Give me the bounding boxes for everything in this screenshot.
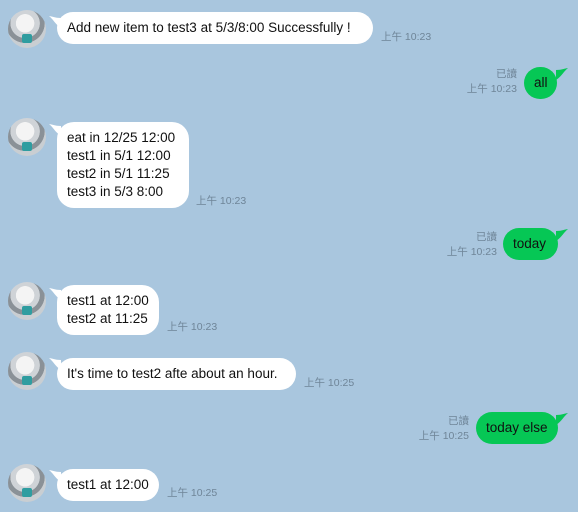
bot-avatar[interactable] <box>8 282 46 320</box>
bot-avatar[interactable] <box>8 10 46 48</box>
message-time: 上午 10:23 <box>381 31 432 43</box>
bot-avatar[interactable] <box>8 352 46 390</box>
bubble-tail-icon <box>556 413 568 425</box>
message-bubble[interactable]: It's time to test2 afte about an hour. <box>57 358 296 390</box>
message-bubble[interactable]: today <box>503 228 558 260</box>
message-time: 上午 10:25 <box>418 430 469 442</box>
message-bubble[interactable]: eat in 12/25 12:00 test1 in 5/1 12:00 te… <box>57 122 189 208</box>
message-bubble[interactable]: test1 at 12:00 test2 at 11:25 <box>57 285 159 335</box>
bubble-tail-icon <box>556 229 568 241</box>
bubble-tail-icon <box>556 68 568 80</box>
message-time: 上午 10:23 <box>446 246 497 258</box>
message-bubble[interactable]: Add new item to test3 at 5/3/8:00 Succes… <box>57 12 373 44</box>
read-receipt: 已讀 <box>476 231 497 243</box>
message-time: 上午 10:23 <box>466 83 517 95</box>
message-bubble[interactable]: test1 at 12:00 <box>57 469 159 501</box>
message-time: 上午 10:23 <box>196 195 247 207</box>
message-bubble[interactable]: all <box>524 67 557 99</box>
bot-avatar[interactable] <box>8 118 46 156</box>
message-time: 上午 10:23 <box>167 321 218 333</box>
bot-avatar[interactable] <box>8 464 46 502</box>
message-time: 上午 10:25 <box>167 487 218 499</box>
read-receipt: 已讀 <box>496 68 517 80</box>
message-time: 上午 10:25 <box>304 377 355 389</box>
message-bubble[interactable]: today else <box>476 412 558 444</box>
read-receipt: 已讀 <box>448 415 469 427</box>
